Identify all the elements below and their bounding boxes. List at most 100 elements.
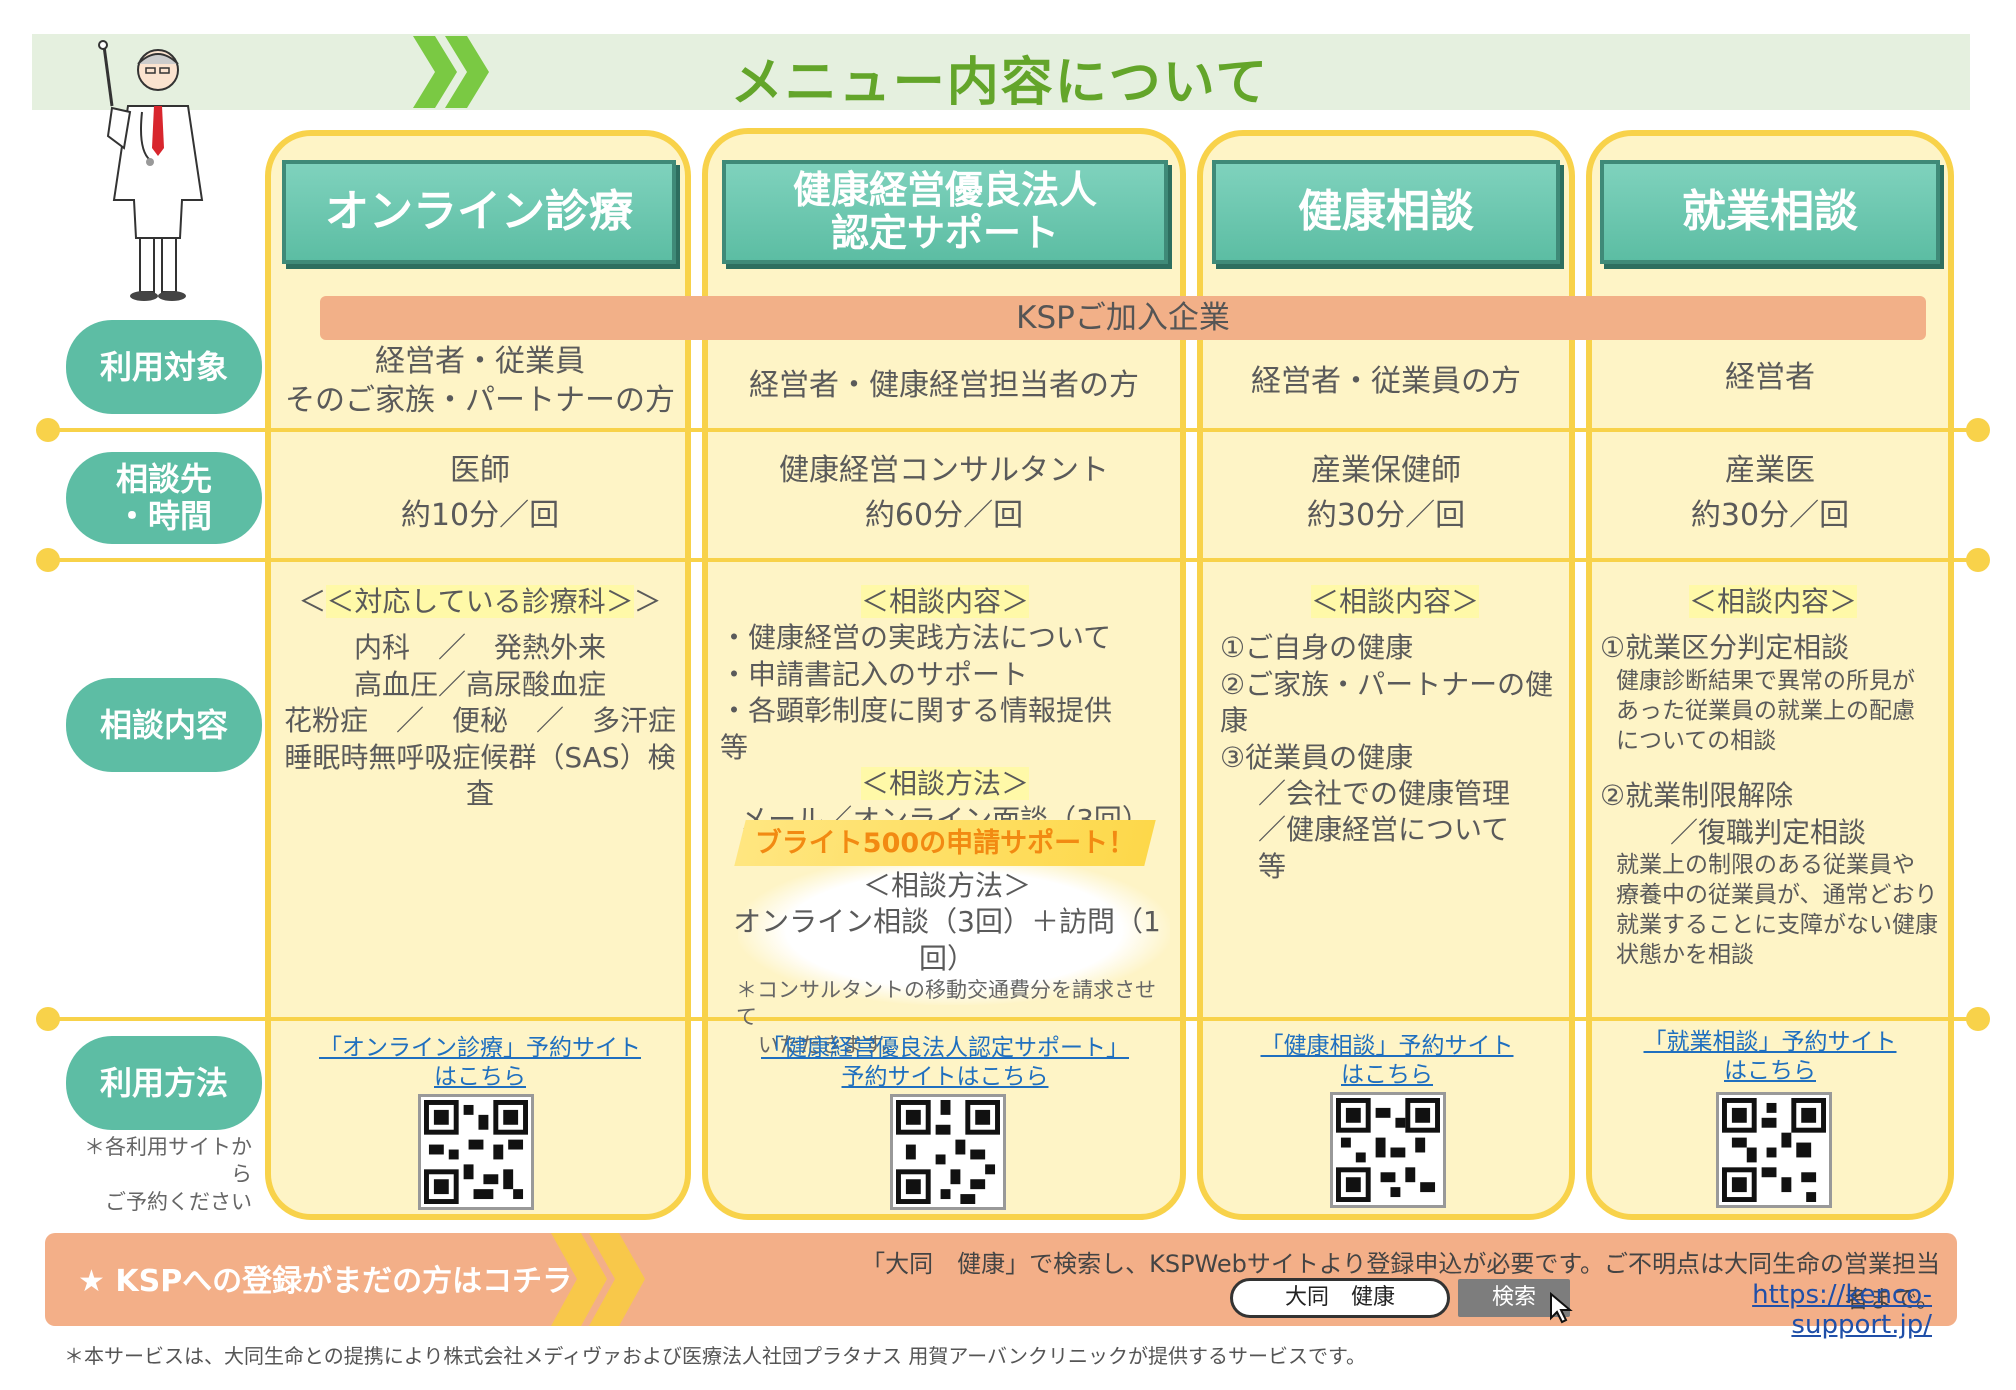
content-heading-text: ＜対応している診療科＞ — [326, 585, 634, 618]
site-url-link[interactable]: https://kenco-support.jp/ — [1612, 1280, 1932, 1340]
consult-health-management: 健康経営コンサルタント 約60分／回 — [712, 448, 1176, 538]
content-line: ①就業区分判定相談 — [1600, 631, 1850, 665]
time-text: 約10分／回 — [400, 498, 560, 533]
content-heading-text: ＜相談内容＞ — [1310, 585, 1479, 618]
link-health-consult[interactable]: 「健康相談」予約サイト はこちら — [1212, 1032, 1562, 1090]
column-title-text: 就業相談 — [1682, 186, 1858, 238]
content-line: ②就業制限解除 — [1600, 779, 1794, 813]
target-health-management: 経営者・健康経営担当者の方 — [749, 368, 1139, 403]
content-health-management: ＜相談内容＞ ・健康経営の実践方法について ・申請書記入のサポート ・各顕彰制度… — [720, 584, 1170, 839]
consult-health-consult: 産業保健師 約30分／回 — [1205, 448, 1567, 538]
qr-code-icon[interactable] — [418, 1094, 534, 1210]
content-line: ②ご家族・パートナーの健康 — [1220, 667, 1554, 738]
content-desc: 就業上の制限のある従業員や 療養中の従業員が、通常どおり 就業することに支障がな… — [1600, 851, 1946, 971]
register-note: 「大同 健康」で検索し、KSPWebサイトより登録申込が必要です。ご不明点は大同… — [861, 1250, 1940, 1313]
content-line: ・各顕彰制度に関する情報提供 等 — [720, 694, 1149, 764]
target-work-consult: 経営者 — [1725, 360, 1815, 395]
search-input[interactable]: 大同 健康 — [1230, 1278, 1450, 1318]
target-health-consult: 経営者・従業員の方 — [1251, 364, 1521, 399]
link-text: 「就業相談」予約サイト — [1643, 1029, 1897, 1055]
divider-dot — [1966, 418, 1990, 442]
ksp-members-bar: KSPご加入企業 — [320, 296, 1926, 340]
consultant-text: 医師 — [450, 453, 510, 488]
content-line: ／会社での健康管理 — [1258, 776, 1511, 810]
content-heading: ＜＜対応している診療科＞＞ — [298, 585, 662, 618]
content-heading-text: ＜相談方法＞ — [860, 766, 1029, 800]
column-title-health-consult: 健康相談 — [1212, 160, 1560, 264]
column-title-text: オンライン診療 — [325, 186, 633, 238]
consultant-text: 産業医 — [1725, 453, 1815, 488]
content-heading: ＜相談内容＞ — [1600, 584, 1946, 620]
divider-dot — [1966, 1007, 1990, 1031]
link-text: はこちら — [434, 1063, 526, 1090]
qr-code-icon — [1336, 1098, 1440, 1202]
link-text: はこちら — [1341, 1061, 1433, 1088]
consult-online-medical: 医師 約10分／回 — [285, 448, 675, 538]
consultant-text: 産業保健師 — [1311, 453, 1461, 488]
footer-note: ＊本サービスは、大同生命との提携により株式会社メディヴァおよび医療法人社団プラタ… — [64, 1344, 1366, 1368]
link-work-consult[interactable]: 「就業相談」予約サイト はこちら — [1600, 1028, 1940, 1086]
content-online-medical: ＜＜対応している診療科＞＞ 内科 ／ 発熱外来 高血圧／高尿酸血症 花粉症 ／ … — [280, 584, 680, 812]
time-text: 約60分／回 — [864, 498, 1024, 533]
content-line: 高血圧／高尿酸血症 — [353, 667, 606, 701]
row-label-text: 相談先 — [115, 460, 212, 499]
column-title-online-medical: オンライン診療 — [282, 160, 676, 264]
desc-line: についての相談 — [1616, 727, 1777, 754]
row-divider — [50, 428, 1980, 432]
content-line: 花粉症 ／ 便秘 ／ 多汗症 — [283, 704, 676, 738]
qr-code-icon — [896, 1100, 1000, 1204]
usage-note-line: ＊各利用サイトから — [84, 1135, 252, 1187]
desc-line: 就業上の制限のある従業員や — [1616, 852, 1915, 879]
column-title-work-consult: 就業相談 — [1600, 160, 1940, 264]
desc-line: 就業することに支障がない健康 — [1616, 912, 1938, 939]
link-text: 「健康相談」予約サイト — [1260, 1033, 1514, 1059]
content-line: ／健康経営について 等 — [1258, 813, 1547, 883]
link-health-management[interactable]: 「健康経営優良法人認定サポート」 予約サイトはこちら — [720, 1034, 1170, 1092]
content-line: ③従業員の健康 — [1220, 740, 1414, 774]
content-work-consult: ＜相談内容＞ ①就業区分判定相談 健康診断結果で異常の所見が あった従業員の就業… — [1600, 584, 1946, 971]
content-heading: ＜相談方法＞ — [862, 869, 1031, 902]
column-title-text: 認定サポート — [830, 211, 1059, 255]
bright500-title: ブライト500の申請サポート！ — [754, 828, 1136, 859]
time-text: 約30分／回 — [1306, 498, 1466, 533]
row-label-target: 利用対象 — [66, 320, 262, 414]
row-label-consultant-time: 相談先 ・時間 — [66, 452, 262, 544]
divider-dot — [36, 418, 60, 442]
divider-dot — [36, 1007, 60, 1031]
content-line: 睡眠時無呼吸症候群（SAS）検査 — [284, 740, 676, 810]
desc-line: 健康診断結果で異常の所見が — [1616, 667, 1915, 694]
row-divider — [50, 558, 1980, 562]
consult-work-consult: 産業医 約30分／回 — [1594, 448, 1946, 538]
link-text: はこちら — [1724, 1057, 1816, 1084]
divider-dot — [1966, 548, 1990, 572]
content-line: オンライン相談（3回）＋訪問（1回） — [733, 905, 1161, 975]
usage-note-line: ご予約ください — [105, 1189, 252, 1214]
content-heading: ＜相談方法＞ — [720, 766, 1170, 802]
target-text: そのご家族・パートナーの方 — [285, 383, 675, 418]
content-line: 内科 ／ 発熱外来 — [353, 631, 606, 665]
content-heading: ＜相談内容＞ — [1220, 584, 1570, 620]
chevron-right-icon — [413, 36, 489, 108]
qr-code-icon[interactable] — [1330, 1092, 1446, 1208]
cursor-arrow-icon — [1550, 1292, 1573, 1324]
content-heading-text: ＜相談内容＞ — [860, 585, 1029, 618]
column-title-text: 健康経営優良法人 — [792, 168, 1097, 213]
qr-code-icon[interactable] — [890, 1094, 1006, 1210]
content-desc: 健康診断結果で異常の所見が あった従業員の就業上の配慮 についての相談 — [1600, 667, 1946, 757]
desc-line: 状態かを相談 — [1616, 941, 1754, 968]
qr-code-icon — [1722, 1098, 1826, 1202]
page-title: メニュー内容について — [730, 53, 1270, 113]
content-line: ①ご自身の健康 — [1220, 631, 1414, 665]
bright500-content: ＜相談方法＞ オンライン相談（3回）＋訪問（1回） ＊コンサルタントの移動交通費… — [722, 868, 1172, 1059]
time-text: 約30分／回 — [1690, 498, 1850, 533]
doctor-illustration — [98, 40, 204, 301]
content-line: ／復職判定相談 — [1670, 815, 1867, 849]
row-label-usage: 利用方法 — [66, 1036, 262, 1130]
qr-code-icon[interactable] — [1716, 1092, 1832, 1208]
target-text: 経営者・従業員 — [375, 344, 585, 379]
note-line: ＊コンサルタントの移動交通費分を請求させて — [736, 978, 1156, 1030]
link-online-medical[interactable]: 「オンライン診療」予約サイト はこちら — [300, 1034, 660, 1092]
content-health-consult: ＜相談内容＞ ①ご自身の健康 ②ご家族・パートナーの健康 ③従業員の健康 ／会社… — [1220, 584, 1570, 885]
qr-code-icon — [424, 1100, 528, 1204]
column-title-text: 健康相談 — [1298, 186, 1474, 238]
